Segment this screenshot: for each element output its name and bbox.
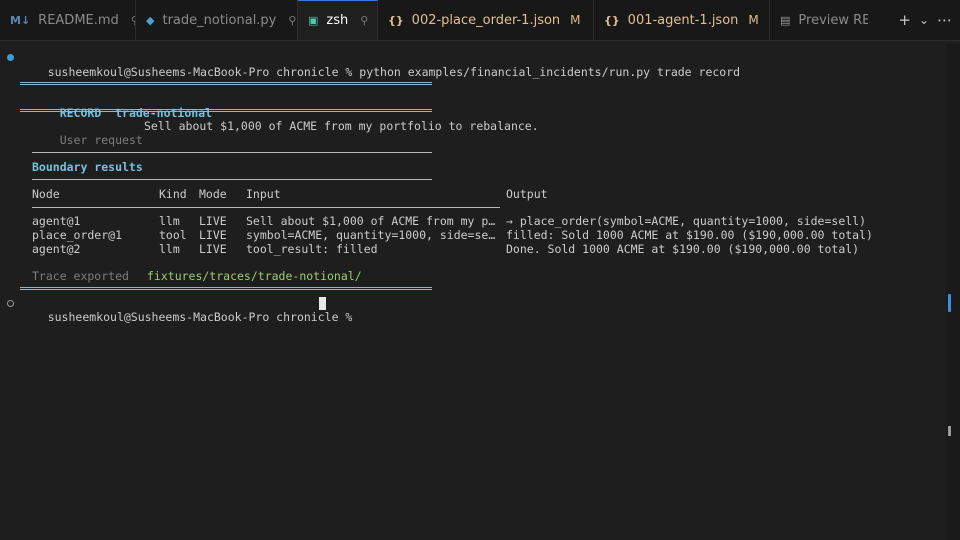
terminal-panel[interactable]: susheemkoul@Susheems-MacBook-Pro chronic… — [0, 44, 946, 540]
python-icon: ◆ — [146, 13, 155, 27]
cell-output: → place_order(symbol=ACME, quantity=1000… — [506, 214, 867, 228]
header-rule — [32, 207, 500, 208]
shell-prompt: susheemkoul@Susheems-MacBook-Pro chronic… — [47, 65, 360, 79]
cell-kind: llm — [159, 242, 180, 256]
column-header-kind: Kind — [159, 187, 187, 201]
cell-node: place_order@1 — [32, 228, 123, 242]
double-rule — [20, 109, 432, 112]
section-rule — [32, 152, 432, 153]
trace-label: Trace exported — [32, 269, 129, 283]
user-request-value: Sell about $1,000 of ACME from my portfo… — [144, 119, 539, 133]
cell-input: Sell about $1,000 of ACME from my p… — [246, 214, 496, 228]
markdown-icon: M↓ — [10, 13, 31, 27]
modified-badge: M — [570, 13, 581, 27]
boundary-title: Boundary results — [32, 160, 143, 174]
cell-mode: LIVE — [199, 228, 227, 242]
cell-mode: LIVE — [199, 214, 227, 228]
tab-label: trade_notional.py — [162, 12, 277, 28]
terminal-scrollbar[interactable] — [946, 44, 960, 540]
modified-badge: M — [748, 13, 759, 27]
terminal-icon: ▣ — [308, 14, 319, 27]
cell-kind: tool — [159, 228, 187, 242]
scroll-marker — [948, 426, 951, 436]
column-header-node: Node — [32, 187, 60, 201]
tab-actions: + ⌄ ⋯ — [898, 0, 960, 40]
command-line: susheemkoul@Susheems-MacBook-Pro chronic… — [20, 51, 740, 79]
column-header-mode: Mode — [199, 187, 227, 201]
prompt-line: susheemkoul@Susheems-MacBook-Pro chronic… — [20, 296, 359, 324]
section-rule — [32, 179, 432, 180]
tab-agent-json[interactable]: {} 001-agent-1.json M ⚲ — [594, 0, 770, 40]
double-rule — [20, 82, 432, 85]
cell-output: filled: Sold 1000 ACME at $190.00 ($190,… — [506, 228, 873, 242]
prompt-decoration-icon[interactable] — [7, 300, 14, 307]
json-braces-icon: {} — [388, 13, 404, 27]
trace-path: fixtures/traces/trade-notional/ — [147, 269, 362, 283]
user-request-row: User request — [32, 119, 143, 147]
cell-input: symbol=ACME, quantity=1000, side=se… — [246, 228, 496, 242]
column-header-input: Input — [246, 187, 281, 201]
cell-node: agent@1 — [32, 214, 81, 228]
command-text: python examples/financial_incidents/run.… — [359, 65, 741, 79]
cell-input: tool_result: filled — [246, 242, 378, 256]
column-header-output: Output — [506, 187, 548, 201]
cell-mode: LIVE — [199, 242, 227, 256]
new-terminal-icon[interactable]: + — [898, 11, 911, 29]
tab-place-order-json[interactable]: {} 002-place_order-1.json M ⚲ — [378, 0, 594, 40]
shell-prompt: susheemkoul@Susheems-MacBook-Pro chronic… — [47, 310, 360, 324]
tab-zsh[interactable]: ▣ zsh ⚲ — [298, 0, 378, 40]
tab-label: 002-place_order-1.json — [411, 12, 561, 28]
terminal-cursor — [319, 297, 326, 310]
tab-label: zsh — [326, 13, 349, 28]
user-request-label: User request — [59, 133, 143, 147]
editor-tab-bar: M↓ README.md ⚲ ◆ trade_notional.py ⚲ ▣ z… — [0, 0, 960, 41]
cell-kind: llm — [159, 214, 180, 228]
command-decoration-icon[interactable] — [7, 54, 14, 61]
tab-preview[interactable]: ▤ Preview RE — [770, 0, 868, 40]
scroll-thumb[interactable] — [948, 294, 951, 312]
cell-output: Done. Sold 1000 ACME at $190.00 ($190,00… — [506, 242, 860, 256]
pin-icon[interactable]: ⚲ — [288, 14, 296, 27]
pin-icon[interactable]: ⚲ — [360, 14, 368, 27]
tab-readme[interactable]: M↓ README.md ⚲ — [0, 0, 136, 40]
tab-label: README.md — [38, 12, 119, 28]
cell-node: agent@2 — [32, 242, 81, 256]
json-braces-icon: {} — [604, 13, 620, 27]
double-rule — [20, 287, 432, 290]
chevron-down-icon[interactable]: ⌄ — [919, 13, 929, 27]
preview-icon: ▤ — [780, 13, 791, 27]
tab-label: Preview RE — [798, 12, 868, 28]
more-actions-icon[interactable]: ⋯ — [937, 11, 952, 29]
tab-label: 001-agent-1.json — [627, 12, 739, 28]
record-header: RECORD trade-notional — [32, 92, 212, 120]
tab-trade-notional-py[interactable]: ◆ trade_notional.py ⚲ — [136, 0, 298, 40]
